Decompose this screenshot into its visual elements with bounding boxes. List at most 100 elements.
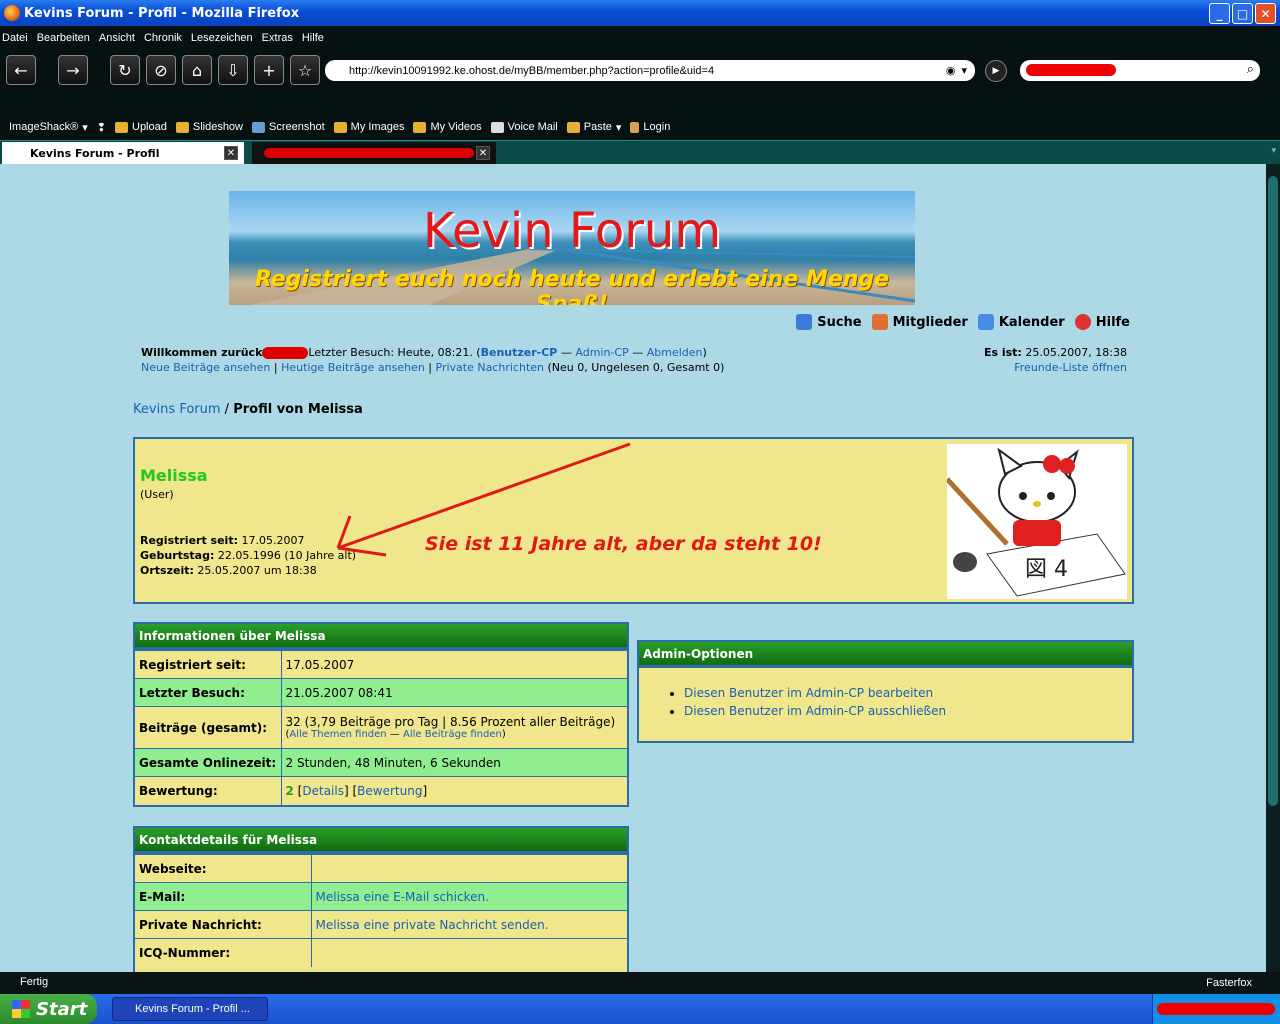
send-pm-link[interactable]: Melissa eine private Nachricht senden. <box>316 918 549 932</box>
close-button[interactable]: ✕ <box>1255 3 1276 24</box>
members-icon <box>871 314 888 330</box>
menu-chronik[interactable]: Chronik <box>144 32 182 44</box>
list-item: Diesen Benutzer im Admin-CP ausschließen <box>684 702 1132 720</box>
window-title: Kevins Forum - Profil - Mozilla Firefox <box>24 5 300 21</box>
forward-icon[interactable]: → <box>58 55 88 85</box>
tab-redacted[interactable]: ✕ <box>252 142 496 164</box>
hello-kitty-avatar-icon: 図 4 <box>945 447 1126 597</box>
search-input[interactable]: ⌕ <box>1020 60 1260 81</box>
contact-panel-title: Kontaktdetails für Melissa <box>135 828 627 854</box>
svg-text:図 4: 図 4 <box>1025 557 1068 582</box>
usercp-link[interactable]: Benutzer-CP <box>481 346 558 359</box>
admin-panel-title: Admin-Optionen <box>639 642 1132 668</box>
menu-bearbeiten[interactable]: Bearbeiten <box>37 32 90 44</box>
annotation-arrow <box>336 442 631 557</box>
minimize-button[interactable]: _ <box>1209 3 1230 24</box>
home-icon[interactable]: ⌂ <box>182 55 212 85</box>
reload-icon[interactable]: ↻ <box>110 55 140 85</box>
find-posts-link[interactable]: Alle Beiträge finden <box>403 729 502 740</box>
system-tray <box>1152 994 1280 1024</box>
logout-link[interactable]: Abmelden <box>647 346 703 359</box>
info-icon[interactable]: ❢ <box>97 121 106 134</box>
taskbar-item-firefox[interactable]: Kevins Forum - Profil ... <box>112 997 268 1021</box>
table-row: Registriert seit: 17.05.2007 <box>135 650 627 679</box>
find-threads-link[interactable]: Alle Themen finden <box>289 729 386 740</box>
search-link[interactable]: Suche <box>796 314 862 330</box>
table-row: Beiträge (gesamt): 32 (3,79 Beiträge pro … <box>135 706 627 749</box>
admin-ban-user-link[interactable]: Diesen Benutzer im Admin-CP ausschließen <box>684 704 946 718</box>
rate-user-link[interactable]: Bewertung <box>357 784 422 798</box>
upload-button[interactable]: Upload <box>115 121 167 133</box>
login-button[interactable]: Login <box>630 121 670 133</box>
rating-value: 2 <box>285 783 294 798</box>
welcome-panel: Willkommen zurück Letzter Besuch: Heute, … <box>141 346 1127 374</box>
upload-icon <box>115 121 128 133</box>
paste-button[interactable]: Paste ▾ <box>566 121 621 134</box>
close-tab-icon[interactable]: ✕ <box>224 146 238 160</box>
tab-list-chevron-icon[interactable]: ▾ <box>1271 146 1276 156</box>
chevron-down-icon: ▾ <box>82 121 88 134</box>
tab-kevins-forum-profil[interactable]: Kevins Forum - Profil ✕ <box>2 142 244 164</box>
breadcrumb-root[interactable]: Kevins Forum <box>133 402 221 417</box>
imageshack-menu[interactable]: ImageShack® ▾ <box>9 121 88 134</box>
download-icon[interactable]: ⇩ <box>218 55 248 85</box>
browser-chrome: Datei Bearbeiten Ansicht Chronik Lesezei… <box>0 26 1280 164</box>
redacted-scribble <box>262 347 309 359</box>
fasterfox-status[interactable]: Fasterfox <box>1206 977 1252 989</box>
list-item: Diesen Benutzer im Admin-CP bearbeiten <box>684 684 1132 702</box>
profile-username: Melissa <box>140 466 208 485</box>
screenshot-button[interactable]: Screenshot <box>252 121 325 133</box>
new-posts-link[interactable]: Neue Beiträge ansehen <box>141 361 270 374</box>
search-icon[interactable]: ⌕ <box>1247 62 1254 77</box>
my-videos-button[interactable]: My Videos <box>413 121 482 133</box>
table-row: ICQ-Nummer: <box>135 938 627 967</box>
rating-details-link[interactable]: Details <box>302 784 344 798</box>
menu-bar: Datei Bearbeiten Ansicht Chronik Lesezei… <box>0 26 1280 50</box>
voice-mail-button[interactable]: Voice Mail <box>490 121 558 133</box>
screenshot-icon <box>252 121 265 133</box>
menu-hilfe[interactable]: Hilfe <box>302 32 324 44</box>
windows-logo-icon <box>12 1000 30 1018</box>
menu-datei[interactable]: Datei <box>2 32 28 44</box>
breadcrumb-current: Profil von Melissa <box>233 402 363 417</box>
buddy-list-link[interactable]: Freunde-Liste öffnen <box>1014 361 1127 374</box>
help-link[interactable]: Hilfe <box>1074 314 1130 330</box>
avatar: 図 4 <box>945 444 1127 599</box>
paste-icon <box>566 121 580 133</box>
members-link[interactable]: Mitglieder <box>871 314 968 330</box>
close-tab-icon[interactable]: ✕ <box>476 146 490 160</box>
forum-banner[interactable]: Kevin Forum Registriert euch noch heute … <box>229 191 915 305</box>
back-icon[interactable]: ← <box>6 55 36 85</box>
menu-lesezeichen[interactable]: Lesezeichen <box>191 32 253 44</box>
url-dropdown-icon[interactable]: ▾ <box>961 64 967 77</box>
my-images-button[interactable]: My Images <box>333 121 404 133</box>
scrollbar-thumb[interactable] <box>1268 176 1278 806</box>
breadcrumb: Kevins Forum / Profil von Melissa <box>133 402 363 417</box>
menu-extras[interactable]: Extras <box>262 32 293 44</box>
table-row: Letzter Besuch: 21.05.2007 08:41 <box>135 678 627 707</box>
send-email-link[interactable]: Melissa eine E-Mail schicken. <box>316 890 489 904</box>
stop-icon[interactable]: ⊘ <box>146 55 176 85</box>
table-row: Gesamte Onlinezeit: 2 Stunden, 48 Minuten… <box>135 748 627 777</box>
new-tab-icon[interactable]: + <box>254 55 284 85</box>
user-icon <box>630 121 640 133</box>
admin-edit-user-link[interactable]: Diesen Benutzer im Admin-CP bearbeiten <box>684 686 933 700</box>
vertical-scrollbar[interactable] <box>1266 164 1280 972</box>
url-bar[interactable]: http://kevin10091992.ke.ohost.de/myBB/me… <box>325 60 975 81</box>
go-button[interactable]: ▶ <box>985 60 1007 82</box>
today-posts-link[interactable]: Heutige Beiträge ansehen <box>281 361 425 374</box>
folder-icon <box>333 121 347 133</box>
calendar-link[interactable]: Kalender <box>977 314 1065 330</box>
bookmark-star-icon[interactable]: ☆ <box>290 55 320 85</box>
menu-ansicht[interactable]: Ansicht <box>99 32 135 44</box>
voicemail-icon <box>490 121 504 133</box>
rss-icon[interactable]: ◉ <box>946 64 956 77</box>
calendar-icon <box>977 314 994 330</box>
private-messages-link[interactable]: Private Nachrichten <box>436 361 545 374</box>
maximize-button[interactable]: □ <box>1232 3 1253 24</box>
start-button[interactable]: Start <box>0 994 97 1024</box>
windows-taskbar: Start Kevins Forum - Profil ... <box>0 994 1280 1024</box>
slideshow-button[interactable]: Slideshow <box>175 121 243 133</box>
admincp-link[interactable]: Admin-CP <box>575 346 628 359</box>
url-text: http://kevin10091992.ke.ohost.de/myBB/me… <box>349 64 715 77</box>
